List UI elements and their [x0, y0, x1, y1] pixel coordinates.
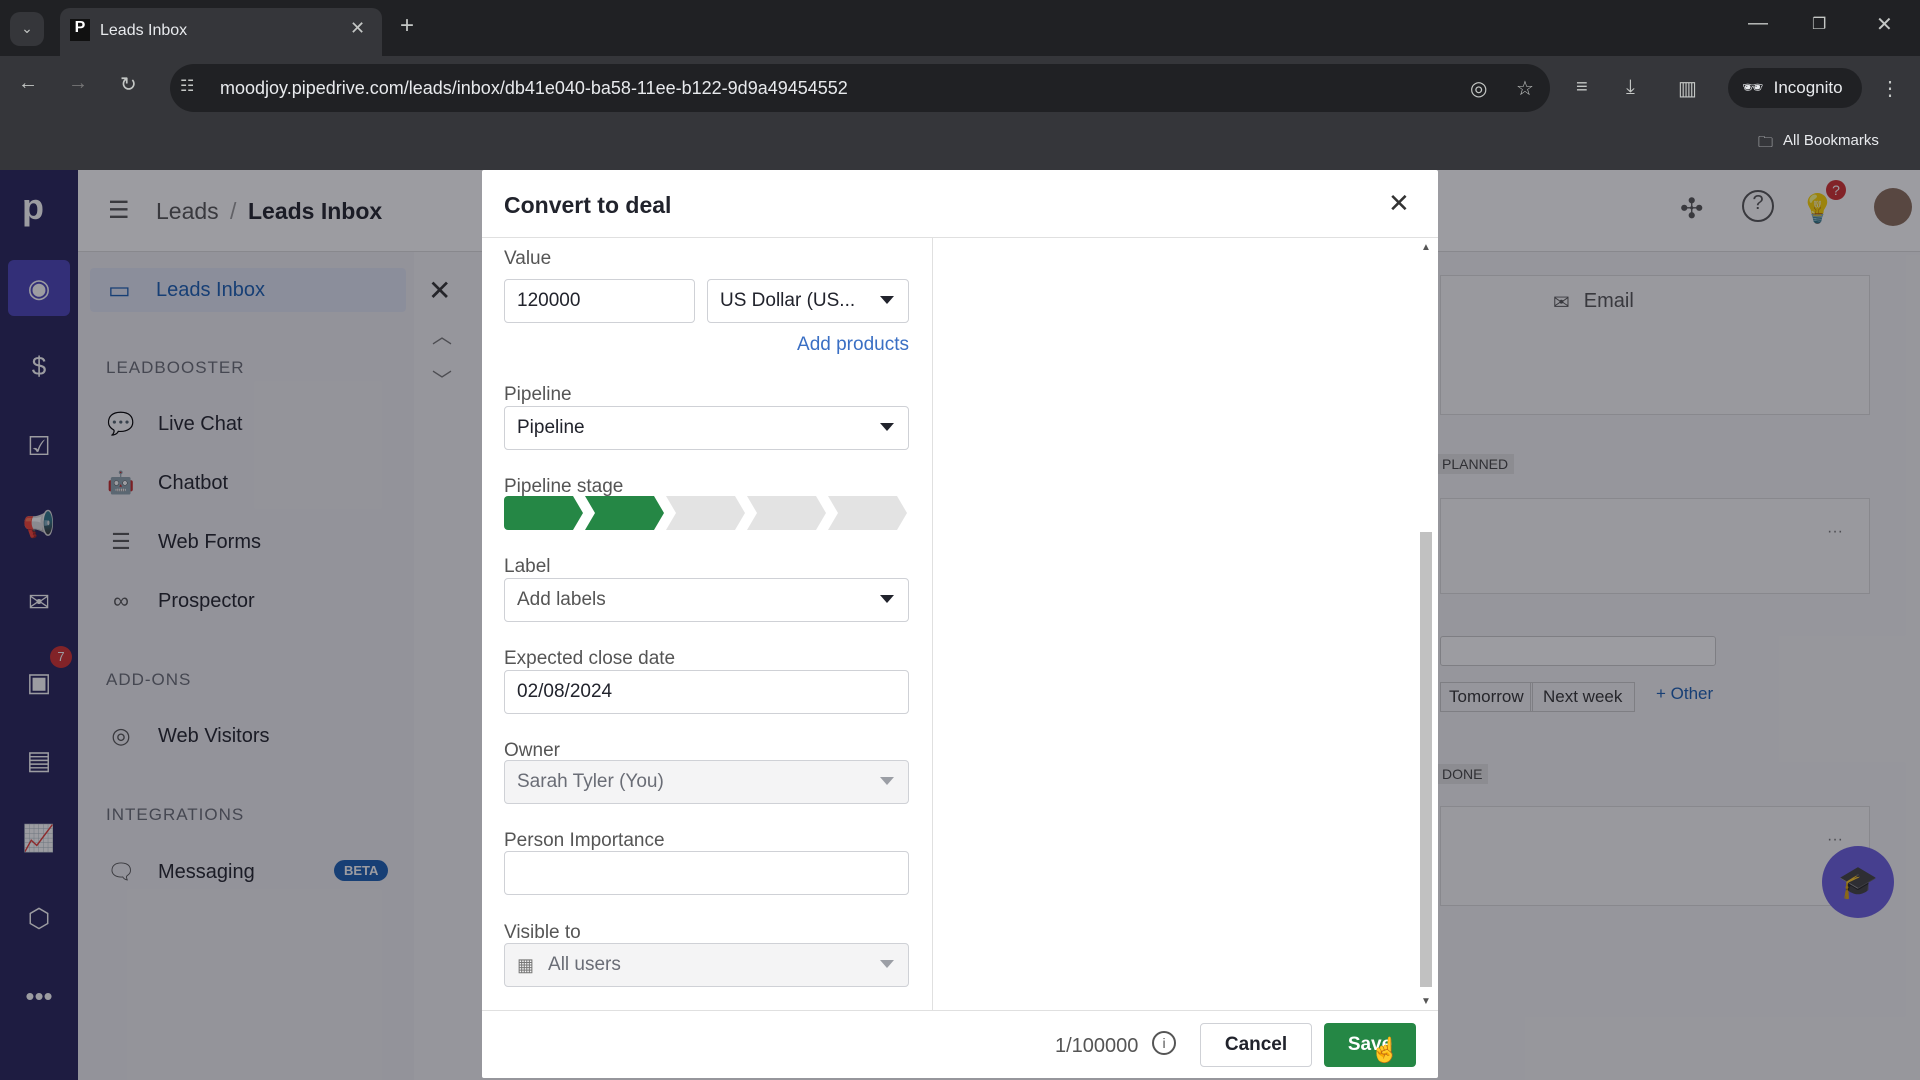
value-label: Value — [504, 248, 552, 269]
side-panel-icon[interactable]: ▥ — [1678, 76, 1697, 101]
close-date-text: 02/08/2024 — [517, 681, 613, 702]
restore-icon[interactable]: ❐ — [1812, 14, 1826, 34]
close-tab-icon[interactable]: ✕ — [350, 18, 365, 39]
browser-tab[interactable]: P Leads Inbox ✕ — [60, 8, 382, 56]
tab-title: Leads Inbox — [100, 22, 188, 39]
visible-to-select[interactable]: ▦ All users — [504, 943, 909, 987]
close-dialog-icon[interactable]: ✕ — [1388, 188, 1410, 219]
deal-counter: 1/100000 — [1055, 1035, 1139, 1057]
forward-icon[interactable]: → — [68, 72, 88, 95]
chevron-down-icon — [880, 296, 894, 304]
minimize-icon[interactable]: — — [1748, 12, 1768, 35]
all-bookmarks-label: All Bookmarks — [1783, 132, 1879, 149]
grid-icon: ▦ — [517, 954, 535, 975]
browser-menu-icon[interactable]: ⋮ — [1880, 76, 1900, 101]
cancel-button[interactable]: Cancel — [1200, 1023, 1312, 1067]
currency-select[interactable]: US Dollar (US... — [707, 279, 909, 323]
pipeline-label: Pipeline — [504, 384, 572, 405]
pipeline-text: Pipeline — [517, 417, 585, 438]
incognito-icon: 🕶 — [1742, 78, 1764, 97]
labels-placeholder: Add labels — [517, 589, 606, 610]
chevron-down-icon — [880, 960, 894, 968]
close-date-label: Expected close date — [504, 648, 676, 669]
pipeline-stage-selector — [504, 496, 909, 530]
media-icon[interactable]: ≡ — [1576, 76, 1588, 99]
chevron-down-icon — [880, 423, 894, 431]
dialog-footer: 1/100000 i Cancel Save — [482, 1010, 1438, 1078]
scrollbar-thumb[interactable] — [1420, 532, 1432, 987]
incognito-label: Incognito — [1773, 78, 1843, 97]
close-window-icon[interactable]: ✕ — [1876, 12, 1893, 37]
visible-to-label: Visible to — [504, 922, 581, 943]
pipeline-stage-1[interactable] — [504, 496, 583, 530]
owner-label: Owner — [504, 740, 560, 761]
person-importance-label: Person Importance — [504, 830, 665, 851]
pipedrive-favicon: P — [70, 19, 90, 41]
chevron-down-icon — [880, 777, 894, 785]
dialog-header: Convert to deal ✕ — [482, 170, 1438, 238]
dialog-scrollbar[interactable]: ▲ ▼ — [1418, 242, 1434, 1008]
folder-icon: 🗀 — [1758, 134, 1774, 151]
value-input[interactable]: 120000 — [504, 279, 695, 323]
pipeline-stage-2[interactable] — [585, 496, 664, 530]
visible-to-text: All users — [548, 954, 621, 975]
currency-text: US Dollar (US... — [720, 290, 856, 311]
pipeline-stage-4[interactable] — [747, 496, 826, 530]
scroll-down-icon[interactable]: ▼ — [1421, 996, 1431, 1007]
all-bookmarks[interactable]: 🗀 All Bookmarks — [1758, 132, 1879, 157]
download-icon[interactable]: ⤓ — [1626, 76, 1635, 99]
back-icon[interactable]: ← — [18, 72, 38, 95]
labels-select[interactable]: Add labels — [504, 578, 909, 622]
address-bar[interactable]: ☷ moodjoy.pipedrive.com/leads/inbox/db41… — [170, 64, 1550, 112]
pipeline-select[interactable]: Pipeline — [504, 406, 909, 450]
incognito-badge[interactable]: 🕶 Incognito — [1728, 68, 1862, 108]
add-products-link[interactable]: Add products — [797, 334, 909, 356]
eye-off-icon[interactable]: ◎ — [1470, 76, 1487, 101]
reload-icon[interactable]: ↻ — [120, 72, 137, 97]
dialog-title: Convert to deal — [504, 192, 672, 218]
bookmark-star-icon[interactable]: ☆ — [1516, 76, 1534, 101]
browser-tab-strip: ⌄ P Leads Inbox ✕ + — ❐ ✕ — [0, 0, 1920, 56]
scroll-up-icon[interactable]: ▲ — [1421, 242, 1431, 253]
new-tab-icon[interactable]: + — [400, 12, 414, 40]
mouse-cursor-icon: ☝ — [1370, 1037, 1400, 1064]
url-text: moodjoy.pipedrive.com/leads/inbox/db41e0… — [220, 78, 848, 98]
bookmarks-bar: 🗀 All Bookmarks — [0, 118, 1920, 170]
convert-to-deal-dialog: Convert to deal ✕ ▲ ▼ Value 120000 US Do… — [482, 170, 1438, 1078]
column-divider — [932, 238, 933, 1010]
info-icon[interactable]: i — [1152, 1031, 1176, 1055]
pipeline-stage-label: Pipeline stage — [504, 476, 624, 497]
close-date-input[interactable]: 02/08/2024 — [504, 670, 909, 714]
tab-search-icon[interactable]: ⌄ — [10, 12, 44, 46]
owner-text: Sarah Tyler (You) — [517, 771, 664, 792]
pipeline-stage-3[interactable] — [666, 496, 745, 530]
value-text: 120000 — [517, 290, 581, 311]
owner-select[interactable]: Sarah Tyler (You) — [504, 760, 909, 804]
site-info-icon[interactable]: ☷ — [180, 76, 194, 96]
label-label: Label — [504, 556, 551, 577]
person-importance-input[interactable] — [504, 851, 909, 895]
pipeline-stage-5[interactable] — [828, 496, 907, 530]
chevron-down-icon — [880, 595, 894, 603]
